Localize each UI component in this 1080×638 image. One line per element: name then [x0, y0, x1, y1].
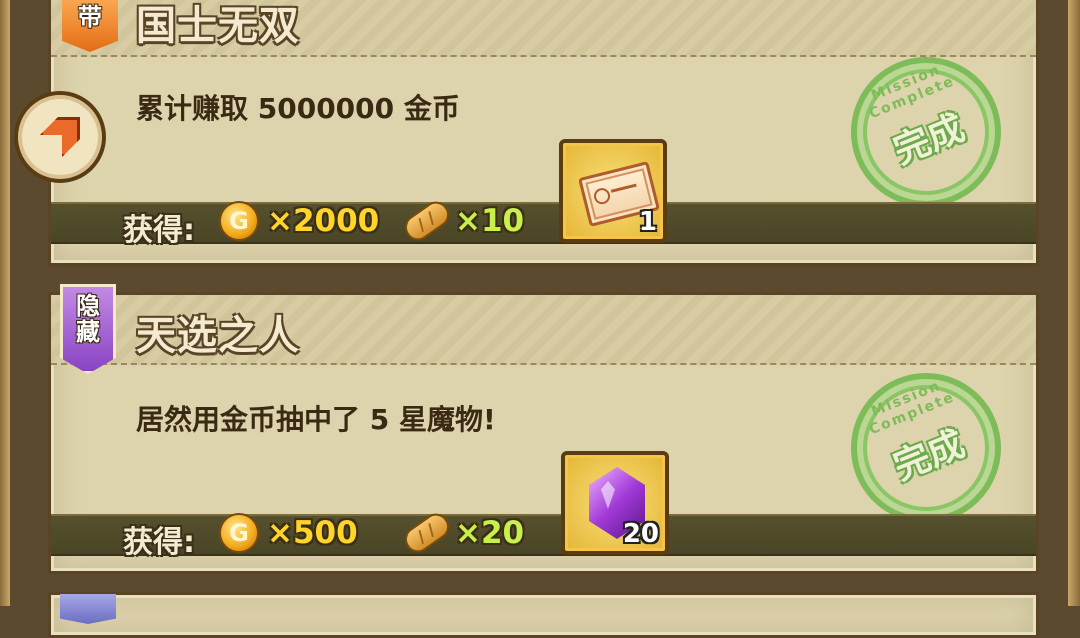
- mission-title: 国士无双: [136, 3, 300, 49]
- gold-coin-icon: G: [219, 513, 259, 553]
- bread-amount: ×20: [455, 515, 525, 551]
- hidden-mission-badge: 隐藏: [60, 284, 116, 374]
- item-count: 1: [638, 207, 657, 237]
- right-frame: [1068, 0, 1080, 606]
- coin-amount: ×500: [267, 515, 358, 551]
- reward-label: 获得:: [123, 525, 195, 560]
- reward-bar: 获得: G ×500 ×20: [51, 508, 1036, 560]
- mission-card: 天选之人 居然用金币抽中了 5 星魔物! Mission Complete 完成…: [48, 292, 1039, 574]
- gold-coin-icon: G: [219, 201, 259, 241]
- mission-description: 居然用金币抽中了 5 星魔物!: [136, 403, 496, 436]
- mission-card-partial: [48, 592, 1039, 638]
- mission-type-badge-partial: [60, 594, 116, 624]
- reward-item-slot[interactable]: 20: [561, 451, 669, 555]
- goto-button[interactable]: [14, 91, 106, 183]
- mission-description: 累计赚取 5000000 金币: [136, 92, 460, 125]
- coin-amount: ×2000: [267, 203, 380, 239]
- bread-icon: [399, 196, 455, 246]
- mission-title: 天选之人: [136, 313, 300, 359]
- left-frame: [0, 0, 10, 606]
- mission-complete-stamp: Mission Complete 完成: [828, 34, 1024, 230]
- badge-text: 隐藏: [76, 292, 100, 346]
- reward-item-slot[interactable]: 1: [559, 139, 667, 243]
- reward-bar: 获得: G ×2000 ×10: [51, 196, 1036, 248]
- arrow-icon: [40, 117, 80, 157]
- mission-card: 国士无双 累计赚取 5000000 金币 Mission Complete 完成…: [48, 0, 1039, 266]
- bread-icon: [399, 508, 455, 558]
- badge-text: 带: [78, 3, 102, 31]
- bread-amount: ×10: [455, 203, 525, 239]
- item-count: 20: [622, 519, 659, 549]
- reward-label: 获得:: [123, 213, 195, 248]
